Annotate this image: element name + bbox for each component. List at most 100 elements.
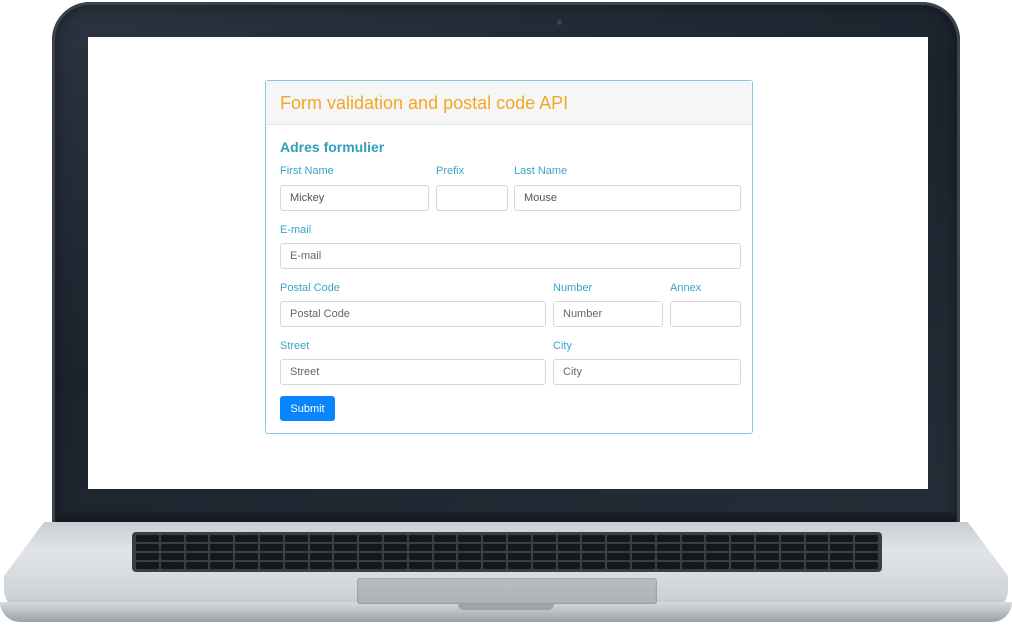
keyboard-key: [359, 562, 382, 569]
keyboard-key: [731, 535, 754, 542]
keyboard-key: [681, 544, 705, 551]
keyboard-key: [458, 562, 482, 569]
keyboard-key: [582, 535, 606, 542]
keyboard-key: [210, 562, 234, 569]
laptop-screen: Form validation and postal code API Adre…: [88, 37, 928, 489]
keyboard-key: [805, 553, 829, 560]
keyboard-key: [160, 544, 184, 551]
keyboard-key: [309, 562, 333, 569]
submit-button[interactable]: Submit: [280, 396, 335, 421]
keyboard-key: [210, 553, 234, 560]
keyboard-key: [235, 544, 258, 551]
keyboard-key: [185, 562, 209, 569]
city-input[interactable]: [553, 359, 741, 385]
keyboard-key: [433, 553, 457, 560]
keyboard-key: [706, 562, 730, 569]
postal-code-input[interactable]: [280, 301, 546, 327]
keyboard-key: [458, 535, 482, 542]
keyboard-key: [656, 535, 680, 542]
keyboard-key: [136, 544, 159, 551]
city-label: City: [553, 340, 572, 352]
keyboard-key: [582, 544, 606, 551]
prefix-label: Prefix: [436, 165, 465, 177]
first-name-input[interactable]: [280, 185, 429, 211]
annex-input[interactable]: [670, 301, 741, 327]
webcam-icon: [556, 19, 563, 26]
keyboard-key: [383, 562, 407, 569]
keyboard-key: [805, 562, 829, 569]
keyboard-key: [532, 562, 556, 569]
keyboard-key: [507, 535, 531, 542]
keyboard-key: [706, 544, 730, 551]
keyboard-key: [433, 562, 457, 569]
keyboard-key: [755, 544, 779, 551]
keyboard-key: [855, 553, 878, 560]
keyboard-key: [259, 535, 283, 542]
keyboard-key: [805, 544, 829, 551]
keyboard-key: [359, 535, 382, 542]
keyboard-key: [284, 562, 308, 569]
card-header: Form validation and postal code API: [266, 81, 752, 125]
keyboard-key: [607, 562, 630, 569]
keyboard-key: [780, 553, 804, 560]
keyboard-key: [185, 544, 209, 551]
keyboard-key: [235, 553, 258, 560]
keyboard-key: [681, 535, 705, 542]
keyboard-key: [532, 535, 556, 542]
keyboard-key: [631, 562, 655, 569]
keyboard-key: [160, 562, 184, 569]
keyboard-key: [483, 544, 506, 551]
keyboard-key: [309, 553, 333, 560]
form-card: Form validation and postal code API Adre…: [265, 80, 753, 434]
trackpad: [357, 578, 657, 604]
keyboard-key: [334, 544, 358, 551]
keyboard-key: [631, 535, 655, 542]
keyboard-key: [557, 562, 581, 569]
number-label: Number: [553, 282, 593, 294]
keyboard-key: [408, 535, 432, 542]
keyboard-key: [656, 562, 680, 569]
keyboard-key: [855, 544, 878, 551]
keyboard-key: [284, 535, 308, 542]
keyboard-key: [458, 553, 482, 560]
last-name-label: Last Name: [514, 165, 568, 177]
prefix-input[interactable]: [436, 185, 508, 211]
keyboard-key: [830, 562, 854, 569]
keyboard-key: [706, 553, 730, 560]
last-name-input[interactable]: [514, 185, 741, 211]
keyboard-key: [210, 544, 234, 551]
keyboard-key: [507, 553, 531, 560]
keyboard-key: [210, 535, 234, 542]
keyboard-key: [805, 535, 829, 542]
keyboard-key: [433, 544, 457, 551]
keyboard-key: [309, 535, 333, 542]
keyboard-key: [408, 562, 432, 569]
keyboard-key: [830, 553, 854, 560]
keyboard-key: [631, 544, 655, 551]
keyboard-key: [830, 535, 854, 542]
laptop-notch: [458, 604, 554, 610]
keyboard-key: [458, 544, 482, 551]
keyboard-key: [136, 562, 159, 569]
keyboard-key: [607, 553, 630, 560]
keyboard-key: [334, 535, 358, 542]
keyboard-key: [681, 553, 705, 560]
keyboard-key: [532, 553, 556, 560]
keyboard-key: [780, 544, 804, 551]
keyboard-key: [607, 544, 630, 551]
keyboard-key: [631, 553, 655, 560]
keyboard-key: [334, 553, 358, 560]
keyboard-key: [731, 544, 754, 551]
keyboard-key: [706, 535, 730, 542]
keyboard-key: [160, 535, 184, 542]
keyboard-key: [780, 535, 804, 542]
postal-code-label: Postal Code: [280, 282, 340, 294]
keyboard-key: [582, 553, 606, 560]
keyboard-key: [557, 535, 581, 542]
street-input[interactable]: [280, 359, 546, 385]
keyboard-key: [557, 553, 581, 560]
keyboard-key: [656, 544, 680, 551]
number-input[interactable]: [553, 301, 663, 327]
email-input[interactable]: [280, 243, 741, 269]
form-title: Form validation and postal code API: [280, 93, 569, 113]
